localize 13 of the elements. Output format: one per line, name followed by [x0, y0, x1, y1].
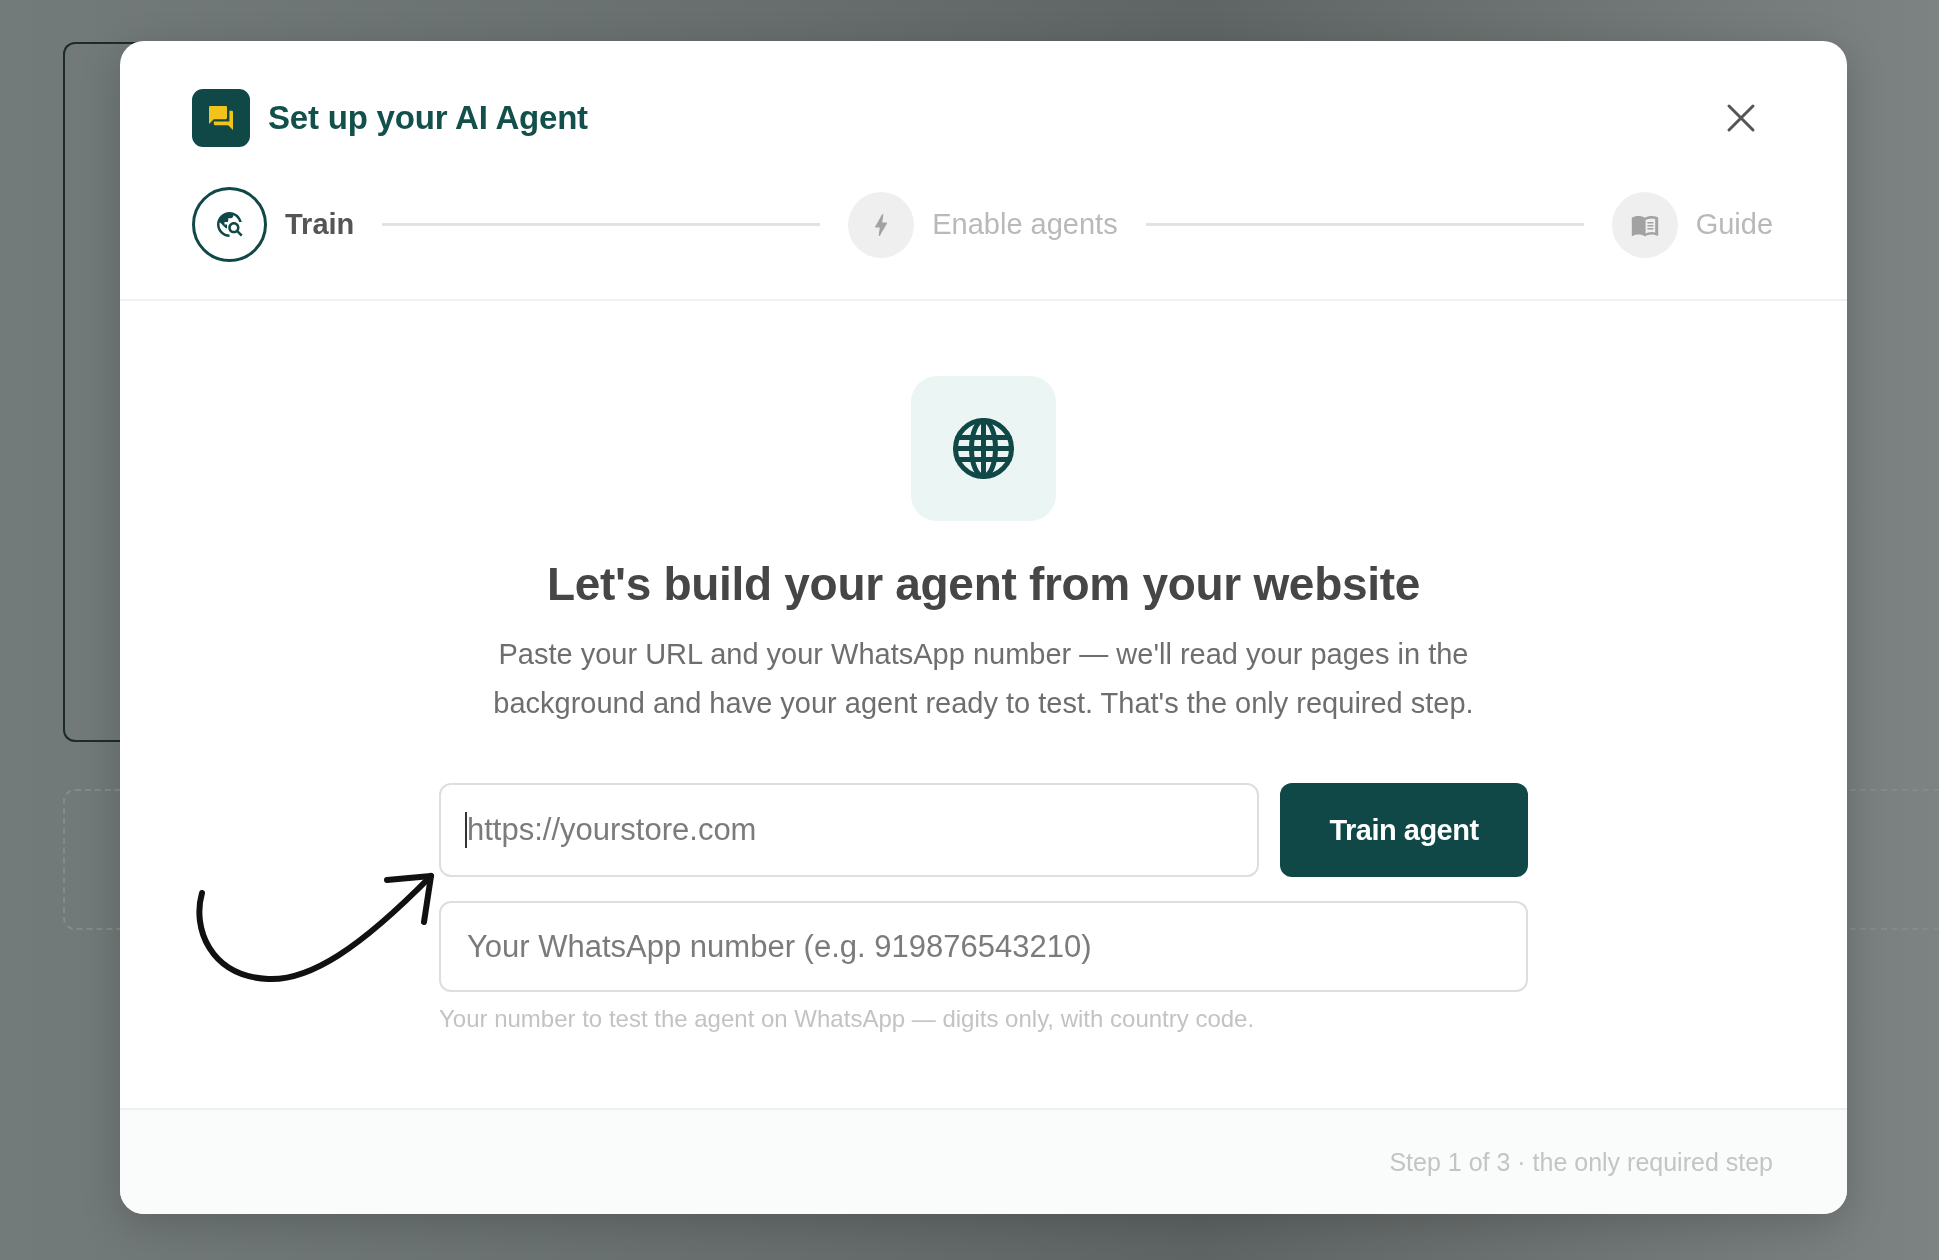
step-label: Guide [1695, 208, 1773, 241]
dialog-title: Set up your AI Agent [268, 99, 588, 137]
chat-bubbles-icon [192, 89, 250, 147]
step-label: Enable agents [932, 208, 1118, 241]
url-input[interactable]: https://yourstore.com [439, 783, 1259, 877]
intro-heading: Let's build your agent from your website [546, 557, 1421, 612]
train-agent-button[interactable]: Train agent [1280, 783, 1528, 877]
close-icon [1726, 103, 1756, 133]
helper-text: Your number to test the agent on WhatsApp — digits only, with country code. [439, 1005, 1256, 1033]
step-label: Train [285, 208, 355, 241]
phone-number-input[interactable]: Your WhatsApp number (e.g. 919876543210) [439, 901, 1528, 992]
intro-description: Paste your URL and your WhatsApp number — we'll read your pages in the background and have your agent ready to test. That's the only required step. [492, 637, 1475, 721]
globe-icon [911, 376, 1056, 521]
